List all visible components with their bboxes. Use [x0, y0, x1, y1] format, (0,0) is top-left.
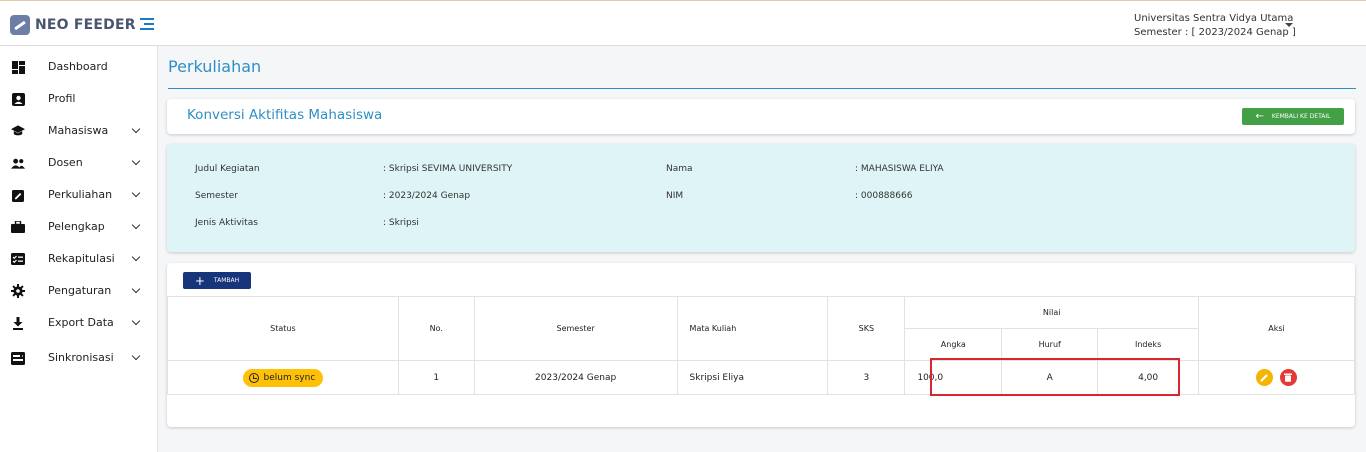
active-semester: Semester : [ 2023/2024 Genap ] — [1134, 27, 1296, 38]
people-icon — [11, 156, 25, 170]
aksi-header: Aksi — [1198, 296, 1355, 361]
judul-kegiatan-label: Judul Kegiatan — [195, 164, 260, 174]
pencil-icon — [1260, 374, 1268, 382]
nama-value: : MAHASISWA ELIYA — [855, 164, 944, 174]
menu-toggle-icon[interactable] — [140, 18, 154, 30]
sidebar-item-label: Perkuliahan — [48, 188, 113, 201]
sidebar-item-label: Pengaturan — [48, 284, 112, 297]
status-header: Status — [167, 296, 399, 361]
indeks-header: Indeks — [1097, 328, 1200, 361]
mata-kuliah-cell: Skripsi Eliya — [676, 360, 829, 395]
delete-button[interactable] — [1279, 369, 1297, 386]
university-info[interactable]: Universitas Sentra Vidya Utama Semester … — [1134, 12, 1296, 40]
sidebar-item-export-data[interactable]: Export Data — [0, 311, 157, 335]
checklist-icon — [11, 252, 25, 266]
chevron-down-icon[interactable] — [1285, 23, 1293, 27]
trash-icon — [1284, 373, 1293, 382]
brand-name: NEO FEEDER — [35, 17, 136, 33]
angka-header: Angka — [904, 328, 1003, 361]
sidebar-item-label: Export Data — [48, 316, 114, 329]
mata-kuliah-header: Mata Kuliah — [676, 296, 829, 361]
chevron-down-icon — [131, 156, 141, 166]
university-name: Universitas Sentra Vidya Utama — [1134, 13, 1294, 24]
edit-button[interactable] — [1256, 369, 1274, 386]
chevron-down-icon — [131, 220, 141, 230]
sidebar-item-mahasiswa[interactable]: Mahasiswa — [0, 119, 157, 143]
no-header: No. — [397, 296, 475, 361]
judul-kegiatan-value: : Skripsi SEVIMA UNIVERSITY — [383, 164, 513, 174]
status-text: belum sync — [263, 372, 316, 383]
jenis-aktivitas-value: : Skripsi — [383, 218, 419, 228]
sidebar-item-dashboard[interactable]: Dashboard — [0, 55, 157, 79]
nim-label: NIM — [666, 191, 684, 201]
page-title: Perkuliahan — [168, 57, 262, 76]
aksi-cell — [1198, 360, 1355, 395]
nilai-header: Nilai — [904, 296, 1200, 329]
plus-icon: + — [194, 273, 205, 288]
activity-info-panel: Judul Kegiatan : Skripsi SEVIMA UNIVERSI… — [167, 144, 1355, 252]
sidebar-item-dosen[interactable]: Dosen — [0, 151, 157, 175]
chevron-down-icon — [131, 351, 141, 361]
chevron-down-icon — [131, 252, 141, 262]
arrow-left-icon: ← — [1255, 111, 1264, 122]
semester-value: : 2023/2024 Genap — [383, 191, 471, 201]
sidebar-item-label: Dashboard — [48, 60, 108, 73]
no-cell: 1 — [397, 360, 475, 395]
card-title: Konversi Aktifitas Mahasiswa — [187, 107, 383, 123]
briefcase-icon — [11, 220, 25, 234]
brand[interactable]: NEO FEEDER — [10, 15, 136, 35]
status-cell: belum sync — [167, 360, 399, 395]
chevron-down-icon — [131, 316, 141, 326]
jenis-aktivitas-label: Jenis Aktivitas — [195, 218, 258, 228]
back-button-label: KEMBALI KE DETAIL — [1271, 113, 1331, 120]
sidebar-item-pelengkap[interactable]: Pelengkap — [0, 215, 157, 239]
nama-label: Nama — [666, 164, 693, 174]
sidebar-item-label: Pelengkap — [48, 220, 105, 233]
clock-icon — [248, 372, 259, 383]
sidebar-item-rekapitulasi[interactable]: Rekapitulasi — [0, 247, 157, 271]
sidebar: Dashboard Profil Mahasiswa Dosen Perkuli… — [0, 46, 158, 452]
sks-header: SKS — [827, 296, 906, 361]
back-to-detail-button[interactable]: ← KEMBALI KE DETAIL — [1242, 108, 1344, 125]
sidebar-item-label: Rekapitulasi — [48, 252, 115, 265]
gear-icon — [11, 284, 25, 298]
semester-header: Semester — [473, 296, 678, 361]
chevron-down-icon — [131, 124, 141, 134]
download-icon — [11, 316, 25, 330]
sidebar-item-label: Sinkronisasi — [48, 351, 114, 364]
neo-feeder-logo-icon — [10, 15, 30, 35]
profile-icon — [11, 92, 25, 106]
sidebar-item-pengaturan[interactable]: Pengaturan — [0, 279, 157, 303]
sks-cell: 3 — [827, 360, 906, 395]
dashboard-icon — [11, 60, 25, 74]
sidebar-item-label: Dosen — [48, 156, 83, 169]
sidebar-item-sinkronisasi[interactable]: Sinkronisasi — [0, 346, 157, 370]
chevron-down-icon — [131, 284, 141, 294]
conversion-table-card: + TAMBAH Status No. Semester Mata Kuliah… — [167, 263, 1355, 427]
add-button-label: TAMBAH — [213, 277, 240, 284]
nim-value: : 000888666 — [855, 191, 913, 201]
semester-cell: 2023/2024 Genap — [473, 360, 678, 395]
sidebar-item-label: Profil — [48, 92, 76, 105]
sync-icon — [11, 351, 25, 365]
sidebar-item-profil[interactable]: Profil — [0, 87, 157, 111]
graduation-cap-icon — [11, 124, 25, 138]
top-bar: NEO FEEDER Universitas Sentra Vidya Utam… — [0, 0, 1366, 46]
title-divider — [168, 88, 1356, 89]
assignment-icon — [11, 188, 25, 202]
chevron-down-icon — [131, 188, 141, 198]
status-badge: belum sync — [242, 368, 324, 387]
sidebar-item-perkuliahan[interactable]: Perkuliahan — [0, 183, 157, 207]
huruf-header: Huruf — [1001, 328, 1099, 361]
add-button[interactable]: + TAMBAH — [183, 272, 251, 289]
semester-label: Semester — [195, 191, 239, 201]
nilai-highlight-box — [930, 358, 1180, 396]
sidebar-item-label: Mahasiswa — [48, 124, 109, 137]
activity-header-card: Konversi Aktifitas Mahasiswa ← KEMBALI K… — [167, 99, 1355, 134]
